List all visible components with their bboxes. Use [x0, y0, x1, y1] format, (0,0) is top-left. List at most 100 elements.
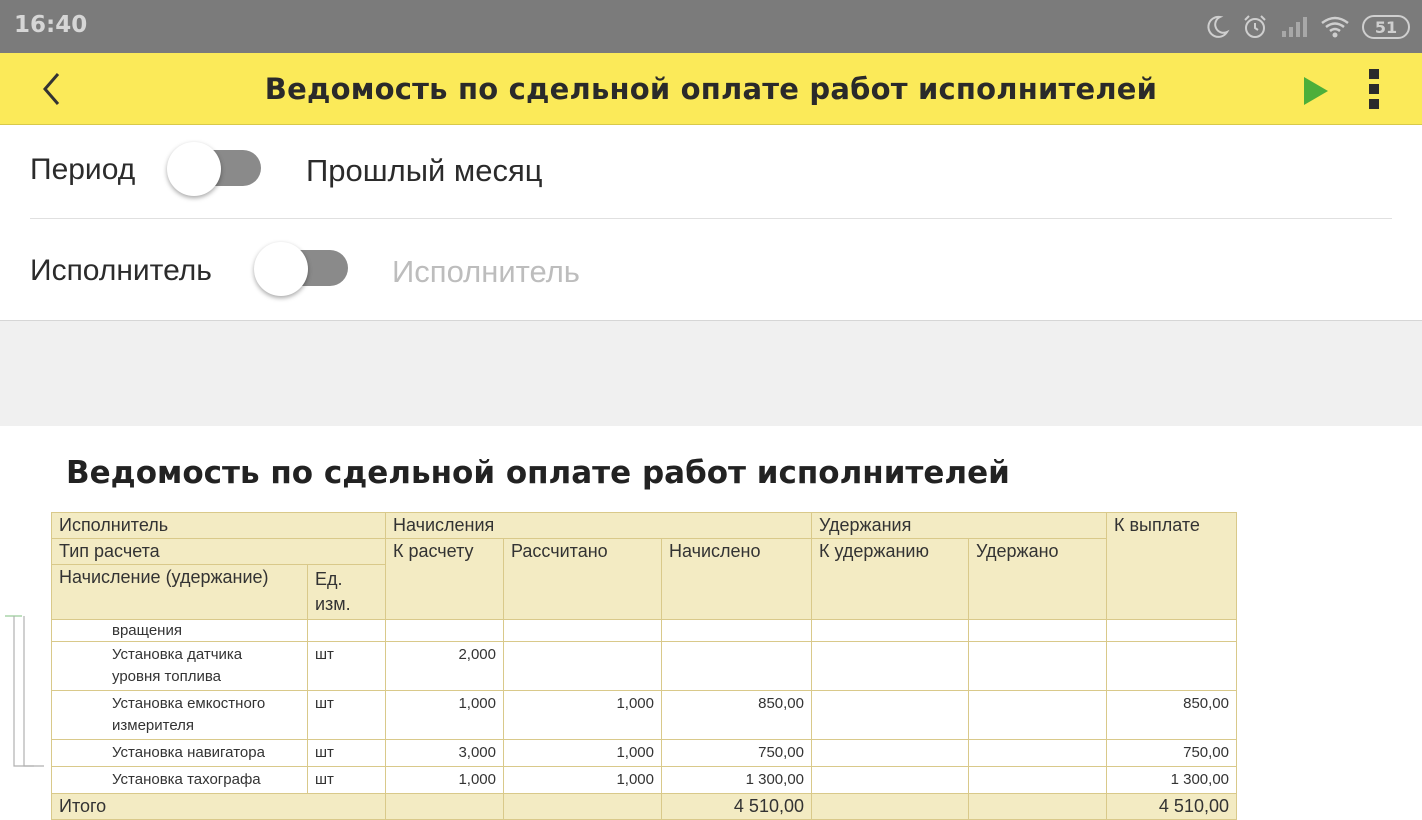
filter-performer-row: Исполнитель Исполнитель	[0, 226, 1422, 322]
row-accrued	[661, 641, 812, 691]
row-to-calc: 2,000	[385, 641, 504, 691]
header-to-deduct: К удержанию	[811, 538, 969, 620]
row-to-calc: 1,000	[385, 766, 504, 794]
row-to-pay: 750,00	[1106, 739, 1237, 767]
row-name-line: Установка емкостного	[112, 695, 266, 712]
period-toggle[interactable]	[167, 142, 261, 196]
filter-period-row: Период Прошлый месяц	[0, 125, 1422, 221]
row-deducted	[968, 739, 1107, 767]
report-table: Исполнитель Начисления Удержания К выпла…	[51, 512, 1237, 820]
table-header-row: Тип расчета К расчету Рассчитано Начисле…	[51, 538, 1237, 620]
row-to-pay: 850,00	[1106, 690, 1237, 740]
row-deducted	[968, 619, 1107, 642]
row-name-line: уровня топлива	[112, 668, 221, 685]
status-icons: 51	[1204, 12, 1410, 42]
header-accrual: Начисление (удержание)	[51, 564, 308, 620]
row-deducted	[968, 690, 1107, 740]
total-label: Итого	[51, 793, 386, 820]
row-calculated	[503, 641, 662, 691]
header-to-pay: К выплате	[1106, 512, 1237, 620]
row-calculated	[503, 619, 662, 642]
signal-icon	[1282, 17, 1307, 37]
row-to-calc: 1,000	[385, 690, 504, 740]
row-to-deduct	[811, 739, 969, 767]
total-calculated	[503, 793, 662, 820]
group-bracket-icon	[5, 615, 44, 767]
toggle-knob	[254, 242, 308, 296]
table-header-row: Исполнитель Начисления Удержания К выпла…	[51, 512, 1237, 620]
row-accrued: 850,00	[661, 690, 812, 740]
wifi-icon	[1321, 16, 1349, 38]
total-to-pay: 4 510,00	[1106, 793, 1237, 820]
battery-icon: 51	[1362, 15, 1410, 39]
table-row: Установка емкостного измерителя шт 1,000 …	[51, 690, 1237, 740]
table-row: Установка тахографа шт 1,000 1,000 1 300…	[51, 766, 1237, 794]
row-accrued: 750,00	[661, 739, 812, 767]
header-to-calc: К расчету	[385, 538, 504, 620]
run-report-button[interactable]	[1296, 71, 1336, 111]
header-deducted: Удержано	[968, 538, 1107, 620]
header-accrued: Начислено	[661, 538, 812, 620]
row-name: Установка емкостного измерителя	[51, 690, 308, 740]
row-unit: шт	[307, 690, 386, 740]
total-row: Итого 4 510,00 4 510,00	[51, 793, 1237, 820]
more-dot-icon	[1369, 69, 1379, 79]
row-accrued: 1 300,00	[661, 766, 812, 794]
row-to-pay	[1106, 641, 1237, 691]
more-menu-button[interactable]	[1358, 65, 1390, 113]
row-to-deduct	[811, 641, 969, 691]
header-performer: Исполнитель	[51, 512, 386, 539]
table-row: Установка навигатора шт 3,000 1,000 750,…	[51, 739, 1237, 767]
row-deducted	[968, 641, 1107, 691]
row-unit: шт	[307, 739, 386, 767]
row-name: Установка датчика уровня топлива	[51, 641, 308, 691]
total-deducted	[968, 793, 1107, 820]
row-deducted	[968, 766, 1107, 794]
status-time: 16:40	[14, 12, 88, 38]
header-accruals: Начисления	[385, 512, 812, 539]
toggle-knob	[167, 142, 221, 196]
total-to-deduct	[811, 793, 969, 820]
header-deductions: Удержания	[811, 512, 1107, 539]
table-row: Установка датчика уровня топлива шт 2,000	[51, 641, 1237, 691]
row-to-deduct	[811, 766, 969, 794]
performer-label: Исполнитель	[30, 254, 212, 287]
report-title: Ведомость по сдельной оплате работ испол…	[66, 455, 1010, 491]
more-dot-icon	[1369, 84, 1379, 94]
page-title: Ведомость по сдельной оплате работ испол…	[264, 72, 1158, 106]
performer-field[interactable]: Исполнитель	[392, 254, 580, 290]
row-name-line: измерителя	[112, 717, 195, 734]
header-calculated: Рассчитано	[503, 538, 662, 620]
header-calc-type: Тип расчета	[51, 538, 386, 565]
row-to-calc: 3,000	[385, 739, 504, 767]
row-to-pay: 1 300,00	[1106, 766, 1237, 794]
period-value[interactable]: Прошлый месяц	[306, 153, 543, 189]
alarm-icon	[1244, 15, 1266, 38]
row-to-calc	[385, 619, 504, 642]
row-to-deduct	[811, 619, 969, 642]
row-name: Установка тахографа	[51, 766, 308, 794]
separator-band	[0, 320, 1422, 426]
row-name: вращения	[51, 619, 308, 642]
row-unit: шт	[307, 641, 386, 691]
row-calculated: 1,000	[503, 739, 662, 767]
divider	[30, 218, 1392, 219]
row-name-line: Установка датчика	[112, 646, 243, 663]
row-calculated: 1,000	[503, 690, 662, 740]
row-accrued	[661, 619, 812, 642]
total-to-calc	[385, 793, 504, 820]
moon-icon	[1207, 15, 1230, 38]
play-icon	[1304, 77, 1328, 105]
status-bar: 16:40 51	[0, 0, 1422, 53]
row-unit: шт	[307, 766, 386, 794]
row-to-pay	[1106, 619, 1237, 642]
performer-toggle[interactable]	[254, 242, 348, 296]
header-unit: Ед. изм.	[307, 564, 386, 620]
row-name: Установка навигатора	[51, 739, 308, 767]
row-calculated: 1,000	[503, 766, 662, 794]
app-bar: Ведомость по сдельной оплате работ испол…	[0, 53, 1422, 125]
row-to-deduct	[811, 690, 969, 740]
battery-level: 51	[1374, 17, 1398, 37]
period-label: Период	[30, 153, 136, 186]
total-accrued: 4 510,00	[661, 793, 812, 820]
